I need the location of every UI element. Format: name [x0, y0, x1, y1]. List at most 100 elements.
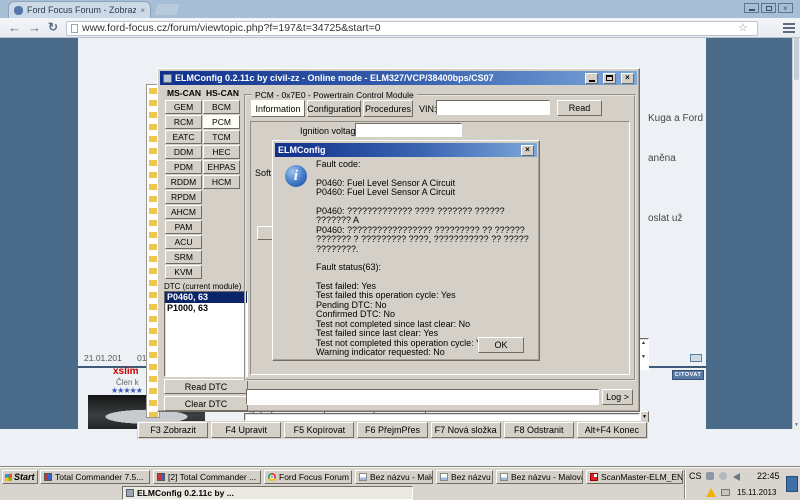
module-button-bcm[interactable]: BCM: [203, 100, 240, 114]
total-commander-icon: [44, 473, 52, 481]
dtc-listbox[interactable]: P0460, 63 P1000, 63: [164, 291, 248, 377]
elmconfig-titlebar[interactable]: ELMConfig 0.2.11c by civil-zz - Online m…: [160, 71, 637, 85]
tray-date[interactable]: 15.11.2013: [737, 488, 776, 497]
module-button-ddm[interactable]: DDM: [165, 145, 202, 159]
tray-separator: [684, 470, 686, 499]
browser-tabstrip: Ford Focus Forum - Zobrazi × ×: [0, 0, 800, 18]
taskbar-button-paint-1[interactable]: Bez názvu - Malování: [355, 470, 433, 484]
browser-tab[interactable]: Ford Focus Forum - Zobrazi ×: [8, 1, 151, 18]
module-button-ahcm[interactable]: AHCM: [165, 205, 202, 219]
elmconfig-minimize-button[interactable]: [585, 73, 598, 84]
taskbar-button-label: Bez názvu - Malování: [511, 472, 583, 482]
window-restore-button[interactable]: [761, 3, 776, 13]
module-button-rcm[interactable]: RCM: [165, 115, 202, 129]
tray-blue-icon[interactable]: [786, 476, 798, 492]
module-button-rpdm[interactable]: RPDM: [165, 190, 202, 204]
log-button[interactable]: Log >: [602, 389, 633, 405]
bookmark-star-icon[interactable]: ☆: [738, 21, 748, 34]
window-minimize-button[interactable]: [744, 3, 759, 13]
favicon-icon: [14, 6, 23, 15]
elmconfig-icon: [126, 489, 134, 497]
taskbar-button-label: [2] Total Commander ...: [168, 472, 256, 482]
dialog-close-button[interactable]: ×: [521, 145, 534, 156]
fragment-kuga: Kuga a Ford: [648, 113, 703, 124]
tab-procedures[interactable]: Procedures: [363, 100, 413, 117]
taskbar-button-paint-2[interactable]: Bez názvu - Malování: [436, 470, 493, 484]
taskbar-button-label: Bez názvu - Malování: [451, 472, 493, 482]
url-bar[interactable]: www.ford-focus.cz/forum/viewtopic.php?f=…: [66, 21, 758, 36]
module-button-srm[interactable]: SRM: [165, 250, 202, 264]
fragment-poslat: oslat už: [648, 213, 682, 224]
forward-icon[interactable]: →: [28, 20, 41, 35]
module-button-rddm[interactable]: RDDM: [165, 175, 202, 189]
module-button-pdm[interactable]: PDM: [165, 160, 202, 174]
vin-read-button[interactable]: Read: [557, 100, 602, 116]
dtc-item-p1000[interactable]: P1000, 63: [165, 303, 247, 314]
tray-network-icon[interactable]: [706, 472, 714, 480]
tray-battery-icon[interactable]: [721, 489, 730, 496]
module-button-pcm[interactable]: PCM: [203, 115, 240, 129]
tray-clock[interactable]: 22:45: [757, 471, 780, 481]
pdf-icon: [590, 473, 598, 481]
post-date: 21.01.201: [84, 353, 122, 363]
taskbar-button-ford-focus-forum[interactable]: Ford Focus Forum - Z...: [264, 470, 352, 484]
menu-icon[interactable]: [783, 23, 795, 25]
dialog-line: Fault code:: [316, 160, 532, 170]
page-scrollbar[interactable]: ▲ ▼: [792, 0, 800, 429]
fragment-anena: aněna: [648, 153, 676, 164]
module-button-hcm[interactable]: HCM: [203, 175, 240, 189]
command-input[interactable]: [246, 389, 599, 405]
url-text: www.ford-focus.cz/forum/viewtopic.php?f=…: [82, 22, 381, 34]
tab-configuration[interactable]: Configuration: [307, 100, 361, 117]
tab-information[interactable]: Information: [251, 100, 305, 117]
language-indicator[interactable]: CS: [689, 471, 702, 481]
new-tab-button[interactable]: [154, 4, 180, 15]
elmconfig-app-icon: [163, 74, 172, 83]
dtc-item-p0460[interactable]: P0460, 63: [165, 292, 247, 303]
taskbar-button-label: ELMConfig 0.2.11c by ...: [137, 488, 234, 498]
elmconfig-maximize-button[interactable]: [603, 73, 616, 84]
tray-volume-icon[interactable]: [719, 472, 727, 480]
dtc-list-label: DTC (current module): [164, 282, 241, 291]
dialog-ok-button[interactable]: OK: [478, 337, 524, 353]
ignition-voltage-input[interactable]: [355, 123, 462, 137]
taskbar-button-total-commander-2[interactable]: [2] Total Commander ...: [153, 470, 261, 484]
taskbar-button-paint-3[interactable]: Bez názvu - Malování: [496, 470, 583, 484]
module-button-acu[interactable]: ACU: [165, 235, 202, 249]
elmconfig-close-button[interactable]: ×: [621, 73, 634, 84]
dialog-titlebar[interactable]: ELMConfig ×: [275, 143, 537, 157]
scroll-down-icon[interactable]: ▼: [793, 422, 800, 428]
module-button-eatc[interactable]: EATC: [165, 130, 202, 144]
screen: Kabel připojit k PC a nainstalovat ovlad…: [0, 0, 800, 500]
start-button[interactable]: Start: [2, 470, 38, 484]
tab-close-icon[interactable]: ×: [140, 6, 145, 15]
browser-chrome: Ford Focus Forum - Zobrazi × × ← → ↻ www…: [0, 0, 800, 38]
taskbar-button-elmconfig-active[interactable]: ELMConfig 0.2.11c by ...: [122, 486, 413, 500]
paint-icon: [440, 473, 448, 481]
vin-input[interactable]: [436, 100, 550, 115]
dialog-line: P0460: ????????????????? ????????? ?? ??…: [316, 226, 532, 255]
module-button-gem[interactable]: GEM: [165, 100, 202, 114]
browser-toolbar: ← → ↻ www.ford-focus.cz/forum/viewtopic.…: [0, 18, 800, 38]
module-button-kvm[interactable]: KVM: [165, 265, 202, 279]
post-body-line2: Používám k tomu SW ELMConfig: [215, 421, 363, 432]
quote-button[interactable]: CITOVAT: [672, 370, 704, 380]
tray-warning-icon[interactable]: [706, 488, 716, 497]
page-icon: [71, 24, 78, 33]
tray-speaker-icon[interactable]: [733, 473, 740, 481]
report-icon[interactable]: [690, 354, 702, 362]
reload-icon[interactable]: ↻: [48, 20, 58, 34]
read-dtc-button[interactable]: Read DTC: [164, 379, 248, 394]
module-button-hec[interactable]: HEC: [203, 145, 240, 159]
taskbar-button-total-commander-1[interactable]: Total Commander 7.5...: [40, 470, 150, 484]
taskbar-button-label: Total Commander 7.5...: [55, 472, 143, 482]
page-left-band: [0, 0, 78, 429]
window-close-button[interactable]: ×: [778, 3, 793, 13]
module-button-tcm[interactable]: TCM: [203, 130, 240, 144]
module-button-pam[interactable]: PAM: [165, 220, 202, 234]
module-button-ehpas[interactable]: EHPAS: [203, 160, 240, 174]
clear-dtc-button[interactable]: Clear DTC: [164, 396, 248, 411]
taskbar-button-scanmaster[interactable]: ScanMaster-ELM_EN...: [586, 470, 683, 484]
back-icon[interactable]: ←: [8, 20, 21, 35]
post-username[interactable]: xslim: [113, 366, 139, 377]
